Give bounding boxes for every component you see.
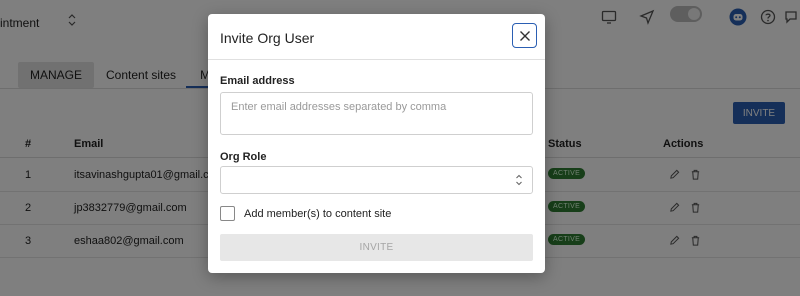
add-to-content-site-checkbox[interactable]	[220, 206, 235, 221]
close-icon	[519, 30, 531, 42]
org-role-label: Org Role	[220, 151, 267, 163]
email-input[interactable]	[220, 92, 533, 135]
dialog-title: Invite Org User	[220, 30, 315, 46]
email-label: Email address	[220, 75, 295, 87]
chevron-updown-icon	[515, 173, 523, 187]
dialog-divider	[208, 59, 545, 60]
close-button[interactable]	[512, 23, 537, 48]
add-to-content-site-label: Add member(s) to content site	[244, 208, 392, 220]
org-role-select[interactable]	[220, 166, 533, 194]
invite-submit-button[interactable]: INVITE	[220, 234, 533, 261]
invite-org-user-dialog: Invite Org User Email address Org Role A…	[208, 14, 545, 273]
